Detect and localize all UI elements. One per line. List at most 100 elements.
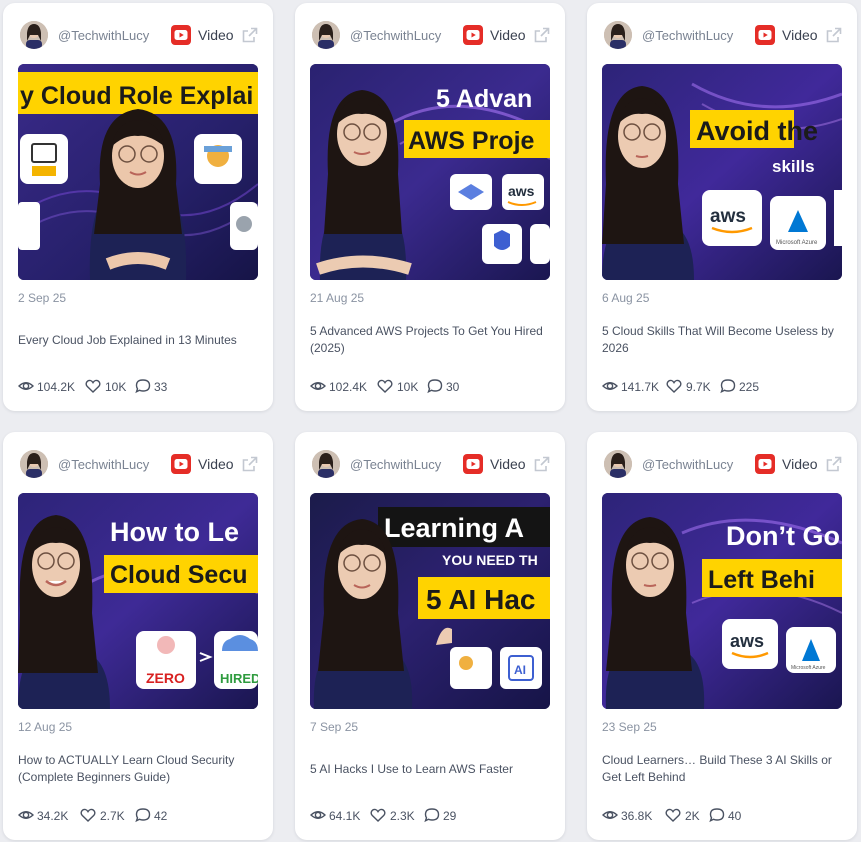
external-link-icon[interactable] xyxy=(825,26,843,44)
comment-icon xyxy=(135,808,151,823)
publish-date: 2 Sep 25 xyxy=(18,291,67,305)
comments-count: 225 xyxy=(739,380,760,394)
author-handle[interactable]: @TechwithLucy xyxy=(350,28,441,43)
thumbnail-extra-headline: 5 AI Hac xyxy=(426,584,535,615)
video-card[interactable]: @TechwithLucy Video Learning A YOU NEED … xyxy=(295,432,565,840)
video-thumbnail[interactable]: 5 Advan AWS Proje aws xyxy=(310,64,550,280)
card-header: @TechwithLucy Video xyxy=(602,448,844,480)
external-link-icon[interactable] xyxy=(825,455,843,473)
thumbnail-headline: 5 Advan xyxy=(436,85,532,113)
video-card[interactable]: @TechwithLucy Video How to Le Cloud Secu xyxy=(3,432,273,840)
comments-count: 40 xyxy=(728,809,742,823)
heart-icon xyxy=(665,808,681,822)
publish-date: 12 Aug 25 xyxy=(18,720,73,734)
video-thumbnail[interactable]: Avoid the skills aws Microsoft Azure xyxy=(602,64,842,280)
author-handle[interactable]: @TechwithLucy xyxy=(58,457,149,472)
thumbnail-tag: AI xyxy=(514,663,526,677)
youtube-icon xyxy=(463,454,483,474)
comments-count: 42 xyxy=(154,809,168,823)
author-handle[interactable]: @TechwithLucy xyxy=(642,457,733,472)
platform-label: Video xyxy=(198,27,234,43)
platform-label: Video xyxy=(782,27,818,43)
avatar[interactable] xyxy=(20,450,48,478)
publish-date: 6 Aug 25 xyxy=(602,291,650,305)
video-title[interactable]: How to ACTUALLY Learn Cloud Security (Co… xyxy=(18,752,256,786)
eye-icon xyxy=(602,382,618,390)
heart-icon xyxy=(80,808,96,822)
comments-count: 29 xyxy=(443,809,457,823)
avatar[interactable] xyxy=(20,21,48,49)
video-card[interactable]: @TechwithLucy Video y Cloud Role Explai xyxy=(3,3,273,411)
video-thumbnail[interactable]: Learning A YOU NEED TH 5 AI Hac AI xyxy=(310,493,550,709)
thumbnail-tag: Microsoft Azure xyxy=(776,240,818,246)
eye-icon xyxy=(310,382,326,390)
eye-icon xyxy=(602,811,618,819)
youtube-icon xyxy=(755,25,775,45)
external-link-icon[interactable] xyxy=(241,455,259,473)
external-link-icon[interactable] xyxy=(533,26,551,44)
publish-date: 21 Aug 25 xyxy=(310,291,365,305)
likes-count: 10K xyxy=(397,380,419,394)
author-handle[interactable]: @TechwithLucy xyxy=(642,28,733,43)
views-count: 102.4K xyxy=(329,380,368,394)
heart-icon xyxy=(666,379,682,393)
video-title[interactable]: 5 Cloud Skills That Will Become Useless … xyxy=(602,323,840,357)
video-thumbnail[interactable]: How to Le Cloud Secu ZERO HIRED xyxy=(18,493,258,709)
thumbnail-subheadline: AWS Proje xyxy=(408,127,535,155)
thumbnail-subheadline: Left Behi xyxy=(708,566,815,594)
thumbnail-subheadline: skills xyxy=(772,157,815,176)
avatar[interactable] xyxy=(312,21,340,49)
heart-icon xyxy=(85,379,101,393)
video-title[interactable]: Cloud Learners… Build These 3 AI Skills … xyxy=(602,752,840,786)
video-thumbnail[interactable]: Don’t Go Left Behi aws Microsoft Azure xyxy=(602,493,842,709)
thumbnail-tag: Microsoft Azure xyxy=(791,665,826,671)
likes-count: 2.7K xyxy=(100,809,125,823)
author-handle[interactable]: @TechwithLucy xyxy=(350,457,441,472)
comments-count: 30 xyxy=(446,380,460,394)
platform-label: Video xyxy=(198,456,234,472)
comment-icon xyxy=(424,808,440,823)
comment-icon xyxy=(709,808,725,823)
platform-label: Video xyxy=(782,456,818,472)
card-header: @TechwithLucy Video xyxy=(310,448,552,480)
thumbnail-headline: Avoid the xyxy=(696,116,818,146)
publish-date: 7 Sep 25 xyxy=(310,720,359,734)
external-link-icon[interactable] xyxy=(241,26,259,44)
comment-icon xyxy=(427,379,443,394)
thumbnail-headline: Don’t Go xyxy=(726,521,840,551)
likes-count: 10K xyxy=(105,380,127,394)
avatar[interactable] xyxy=(312,450,340,478)
thumbnail-tag: HIRED xyxy=(220,671,258,686)
youtube-icon xyxy=(171,25,191,45)
thumbnail-headline: How to Le xyxy=(110,517,239,547)
author-handle[interactable]: @TechwithLucy xyxy=(58,28,149,43)
eye-icon xyxy=(310,811,326,819)
video-card[interactable]: @TechwithLucy Video Don’t Go Left Behi a… xyxy=(587,432,857,840)
comment-icon xyxy=(135,379,151,394)
views-count: 104.2K xyxy=(37,380,76,394)
video-title[interactable]: 5 Advanced AWS Projects To Get You Hired… xyxy=(310,323,548,357)
thumbnail-subheadline: YOU NEED TH xyxy=(442,552,538,568)
likes-count: 2K xyxy=(685,809,700,823)
comments-count: 33 xyxy=(154,380,168,394)
video-card[interactable]: @TechwithLucy Video 5 Advan AWS Proje aw… xyxy=(295,3,565,411)
video-title[interactable]: Every Cloud Job Explained in 13 Minutes xyxy=(18,332,256,349)
card-header: @TechwithLucy Video xyxy=(18,19,260,51)
video-title[interactable]: 5 AI Hacks I Use to Learn AWS Faster xyxy=(310,761,548,778)
card-header: @TechwithLucy Video xyxy=(310,19,552,51)
card-header: @TechwithLucy Video xyxy=(602,19,844,51)
youtube-icon xyxy=(171,454,191,474)
views-count: 141.7K xyxy=(621,380,660,394)
avatar[interactable] xyxy=(604,21,632,49)
avatar[interactable] xyxy=(604,450,632,478)
views-count: 36.8K xyxy=(621,809,653,823)
views-count: 34.2K xyxy=(37,809,69,823)
video-card[interactable]: @TechwithLucy Video Avoid the skills aws… xyxy=(587,3,857,411)
external-link-icon[interactable] xyxy=(533,455,551,473)
thumbnail-tag: aws xyxy=(508,183,535,199)
thumbnail-headline: y Cloud Role Explai xyxy=(20,82,253,110)
thumbnail-tag: aws xyxy=(710,206,746,227)
video-thumbnail[interactable]: y Cloud Role Explai xyxy=(18,64,258,280)
thumbnail-headline: Learning A xyxy=(384,513,524,543)
heart-icon xyxy=(370,808,386,822)
